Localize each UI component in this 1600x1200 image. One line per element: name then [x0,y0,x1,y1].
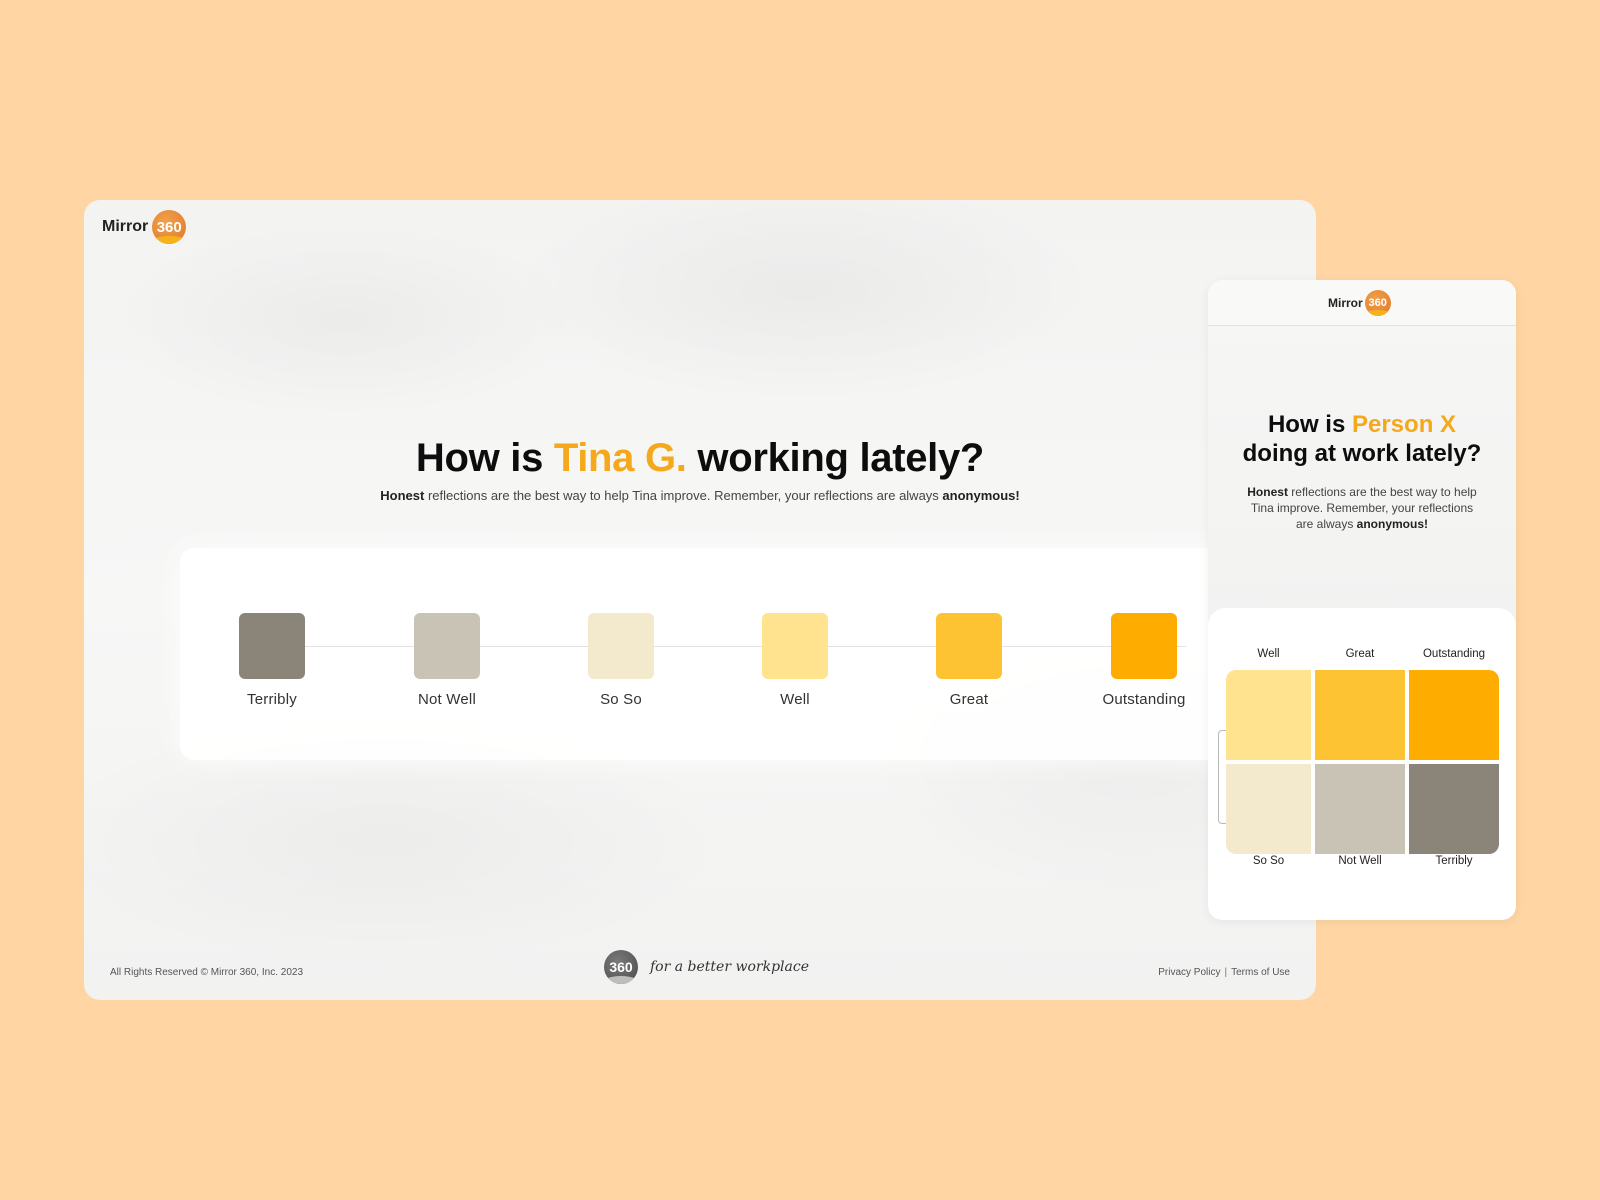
logo-360-badge-icon: 360 [1364,290,1391,316]
grid-cell-terribly[interactable] [1409,764,1499,854]
person-name: Tina G. [553,436,687,480]
grid-cell-so-so[interactable] [1226,764,1311,854]
mobile-rating-grid [1226,670,1499,854]
mobile-rating-panel: Well Great Outstanding So So Not Well Te… [1208,608,1516,920]
rating-option-so-so[interactable]: So So [566,613,676,708]
rating-label: Terribly [247,691,297,708]
privacy-policy-link[interactable]: Privacy Policy [1158,967,1220,978]
page-title: How is Tina G. working lately? [415,436,985,480]
rating-swatch[interactable] [588,613,654,679]
footer-link-separator: | [1224,967,1228,978]
person-name: Person X [1351,411,1457,438]
rating-swatch[interactable] [414,613,480,679]
logo-360-badge-icon: 360 [152,210,187,244]
rating-label: So So [600,691,642,708]
mobile-top-labels: Well Great Outstanding [1226,648,1498,660]
grid-label-outstanding: Outstanding [1422,648,1485,660]
mobile-page-title: How is Person Xdoing at work lately? [1242,411,1482,467]
desktop-logo[interactable]: Mirror 360 [102,210,187,244]
rating-option-terribly[interactable]: Terribly [217,613,327,708]
terms-of-use-link[interactable]: Terms of Use [1231,967,1290,978]
mobile-survey-card: Mirror 360 How is Person Xdoing at work … [1208,280,1516,920]
rating-option-great[interactable]: Great [914,613,1024,708]
desktop-survey-card: Mirror 360 How is Tina G. working lately… [84,200,1316,1000]
logo-wordmark: Mirror [102,218,149,235]
mobile-bottom-labels: So So Not Well Terribly [1226,855,1498,867]
grid-label-well: Well [1257,648,1280,660]
grid-label-not-well: Not Well [1338,855,1382,867]
rating-option-outstanding[interactable]: Outstanding [1089,613,1199,708]
rating-swatch[interactable] [762,613,828,679]
mobile-header: Mirror 360 [1208,280,1516,326]
page-subtitle: Honest reflections are the best way to h… [380,488,1020,503]
rating-label: Outstanding [1102,691,1186,708]
footer-360-badge-icon: 360 [604,950,638,984]
grid-cell-not-well[interactable] [1315,764,1405,854]
mobile-logo[interactable]: Mirror 360 [1328,290,1391,316]
grid-label-great: Great [1345,648,1375,660]
rating-scale: Terribly Not Well So So Well Great Outst… [180,548,1316,760]
rating-label: Not Well [417,691,476,708]
grid-label-terribly: Terribly [1435,855,1473,867]
logo-wordmark: Mirror [1328,296,1363,310]
rating-option-not-well[interactable]: Not Well [392,613,502,708]
rating-swatch[interactable] [1111,613,1177,679]
rating-option-well[interactable]: Well [740,613,850,708]
grid-cell-well[interactable] [1226,670,1311,760]
rating-swatch[interactable] [936,613,1002,679]
grid-label-so-so: So So [1252,855,1285,867]
footer-links: Privacy Policy | Terms of Use [1158,967,1290,978]
grid-cell-great[interactable] [1315,670,1405,760]
copyright-text: All Rights Reserved © Mirror 360, Inc. 2… [110,967,304,978]
mobile-page-subtitle: Honest reflections are the best way to h… [1247,485,1477,531]
tagline: for a better workplace [650,959,809,975]
rating-label: Great [949,691,989,708]
rating-swatch[interactable] [239,613,305,679]
grid-cell-outstanding[interactable] [1409,670,1499,760]
footer-brand: 360 for a better workplace [604,950,809,984]
rating-label: Well [780,691,810,708]
